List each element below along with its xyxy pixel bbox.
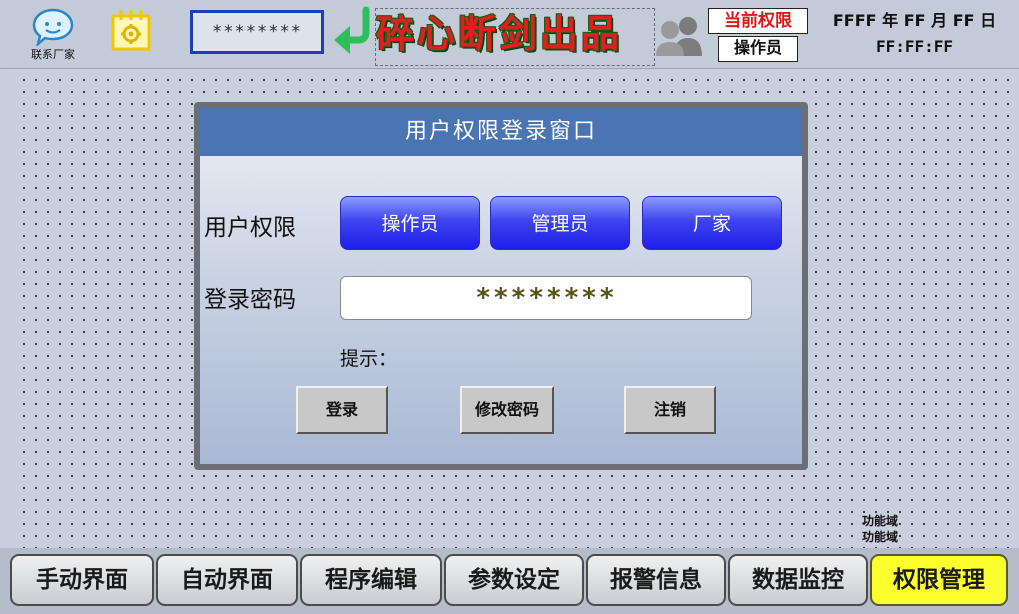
role-admin-button[interactable]: 管理员 [490,196,630,250]
brand-title: 碎心断剑出品 [375,8,655,66]
contact-label: 联系厂家 [31,48,75,61]
login-dialog: 用户权限登录窗口 用户权限 操作员 管理员 厂家 登录密码 ******** 提… [194,102,808,470]
role-operator-button[interactable]: 操作员 [340,196,480,250]
logout-button[interactable]: 注销 [624,386,716,434]
password-input[interactable]: ******** [340,276,752,320]
settings-button[interactable] [110,8,152,52]
top-bar: 联系厂家 ******** 碎心断剑出品 当前权限 操作员 FFFF 年 FF … [0,0,1019,69]
tab-alarms[interactable]: 报警信息 [586,554,726,606]
return-button[interactable] [332,6,376,62]
function-area-label: 功能域 [862,514,899,528]
tab-auto[interactable]: 自动界面 [156,554,298,606]
hint-label: 提示： [340,348,398,370]
login-button[interactable]: 登录 [296,386,388,434]
password-display[interactable]: ******** [190,10,324,54]
function-area-label: 功能域 [862,530,899,544]
role-label: 用户权限 [204,215,296,241]
password-label: 登录密码 [204,287,296,313]
change-password-button[interactable]: 修改密码 [460,386,554,434]
chat-bubble-icon [32,8,74,46]
tab-program-edit[interactable]: 程序编辑 [300,554,442,606]
tab-permissions[interactable]: 权限管理 [870,554,1008,606]
users-button[interactable] [654,14,706,62]
users-icon [656,17,702,56]
permission-title: 当前权限 [708,8,808,34]
time-display: FF:FF:FF [875,37,954,56]
return-arrow-icon [334,6,370,54]
permission-value: 操作员 [718,36,798,62]
role-manufacturer-button[interactable]: 厂家 [642,196,782,250]
gear-icon [111,10,151,51]
tab-data-monitor[interactable]: 数据监控 [728,554,868,606]
tab-parameters[interactable]: 参数设定 [444,554,584,606]
bottom-nav: 手动界面 自动界面 程序编辑 参数设定 报警信息 数据监控 权限管理 [0,548,1019,614]
tab-manual[interactable]: 手动界面 [10,554,154,606]
contact-manufacturer-button[interactable]: 联系厂家 [22,6,84,64]
current-permission: 当前权限 操作员 [708,8,808,64]
date-display: FFFF 年 FF 月 FF 日 [832,11,997,30]
dialog-title: 用户权限登录窗口 [200,108,802,156]
datetime-display: FFFF 年 FF 月 FF 日 FF:FF:FF [810,10,1019,58]
